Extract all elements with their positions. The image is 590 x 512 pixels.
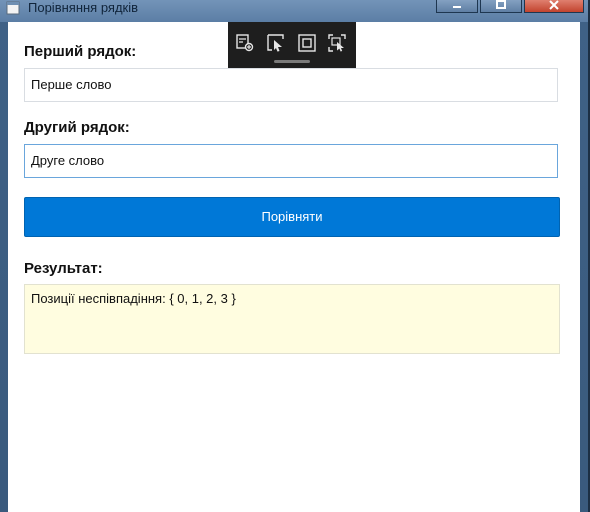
close-button[interactable] bbox=[524, 0, 584, 13]
second-string-input[interactable]: Друге слово bbox=[24, 144, 558, 178]
first-string-input[interactable]: Перше слово bbox=[24, 68, 558, 102]
window-client-area: Перший рядок: Перше слово Другий рядок: … bbox=[8, 22, 580, 512]
first-string-label: Перший рядок: bbox=[24, 43, 137, 60]
window-controls bbox=[436, 0, 584, 18]
display-layout-adorners-icon bbox=[298, 34, 316, 52]
minimize-button[interactable] bbox=[436, 0, 478, 13]
result-label: Результат: bbox=[24, 260, 103, 277]
display-layout-adorners-button[interactable] bbox=[296, 32, 318, 54]
app-icon bbox=[6, 1, 20, 15]
title-bar[interactable]: Порівняння рядків bbox=[0, 0, 588, 22]
wpf-debug-toolbar bbox=[228, 22, 356, 68]
close-icon bbox=[549, 0, 559, 10]
maximize-icon bbox=[496, 0, 506, 9]
select-element-icon bbox=[267, 34, 284, 52]
live-visual-tree-button[interactable] bbox=[234, 32, 256, 54]
live-visual-tree-icon bbox=[236, 34, 254, 52]
app-window: Порівняння рядків Перший рядок: Перше сл… bbox=[0, 0, 590, 512]
second-string-label: Другий рядок: bbox=[24, 119, 130, 136]
select-element-button[interactable] bbox=[265, 32, 287, 54]
window-title: Порівняння рядків bbox=[28, 0, 139, 15]
toolbar-drag-handle[interactable] bbox=[274, 60, 310, 63]
compare-button[interactable]: Порівняти bbox=[24, 197, 560, 237]
track-focus-icon bbox=[328, 34, 346, 52]
minimize-icon bbox=[453, 6, 461, 8]
maximize-button[interactable] bbox=[480, 0, 522, 13]
track-focus-button[interactable] bbox=[326, 32, 348, 54]
result-output[interactable]: Позиції неспівпадіння: { 0, 1, 2, 3 } bbox=[24, 284, 560, 354]
